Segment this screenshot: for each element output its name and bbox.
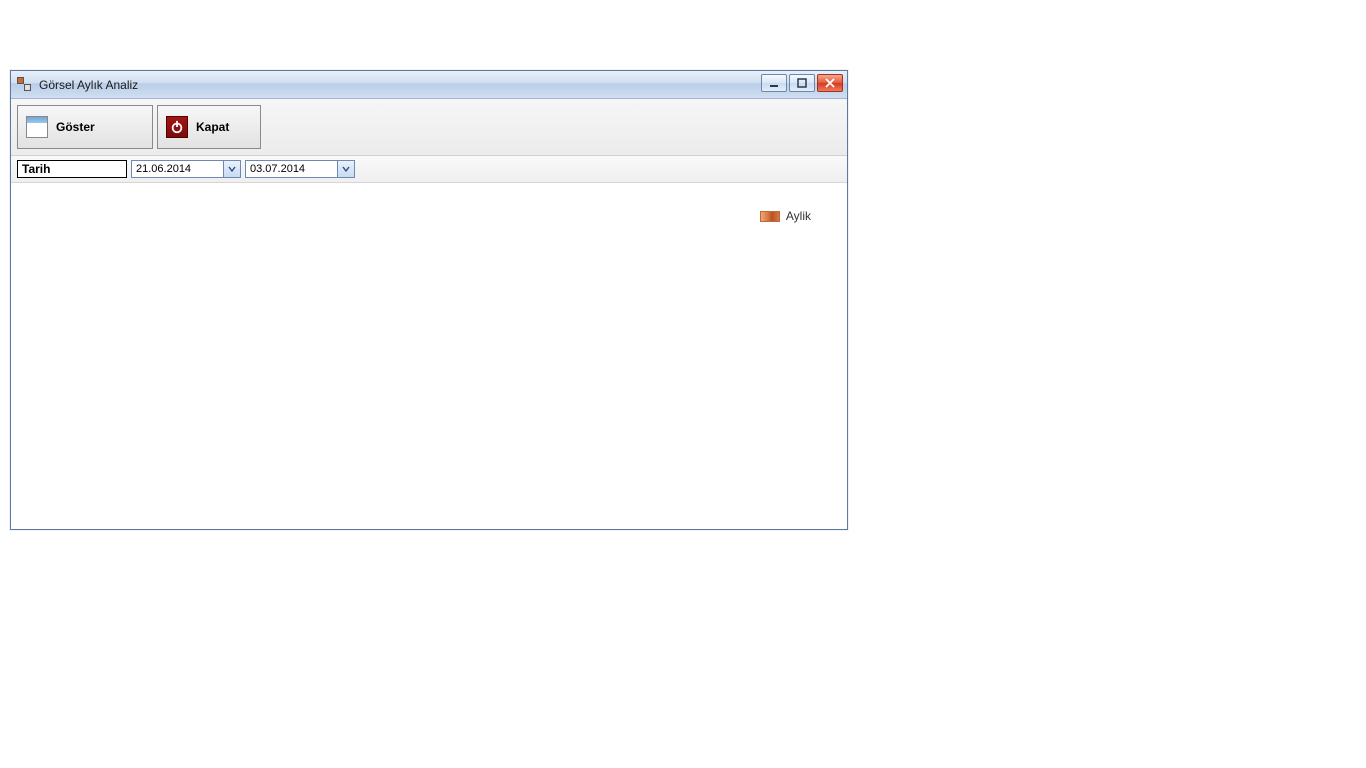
window-icon [26,116,48,138]
date-to-input[interactable] [245,160,337,178]
date-from-dropdown[interactable] [223,160,241,178]
legend-swatch [760,211,780,222]
close-icon [825,78,835,88]
minimize-icon [769,78,779,88]
date-from-input[interactable] [131,160,223,178]
show-button[interactable]: Göster [17,105,153,149]
date-label: Tarih [17,160,127,178]
close-button[interactable]: Kapat [157,105,261,149]
close-window-button[interactable] [817,74,843,92]
chevron-down-icon [228,165,236,173]
date-to-dropdown[interactable] [337,160,355,178]
maximize-button[interactable] [789,74,815,92]
legend-label: Aylik [786,209,811,223]
chevron-down-icon [342,165,350,173]
date-from-picker[interactable] [131,160,241,178]
filter-bar: Tarih [11,156,847,183]
date-to-picker[interactable] [245,160,355,178]
titlebar[interactable]: Görsel Aylık Analiz [11,71,847,99]
toolbar: Göster Kapat [11,99,847,156]
window-title: Görsel Aylık Analiz [39,78,138,92]
window-controls [761,74,843,92]
chart-legend: Aylik [760,209,811,223]
power-icon [166,116,188,138]
app-window: Görsel Aylık Analiz Göster Kapat Tarih [10,70,848,530]
show-button-label: Göster [56,120,95,134]
close-button-label: Kapat [196,120,229,134]
app-icon [17,77,33,93]
maximize-icon [797,78,807,88]
minimize-button[interactable] [761,74,787,92]
chart-area: Aylik [11,183,847,529]
